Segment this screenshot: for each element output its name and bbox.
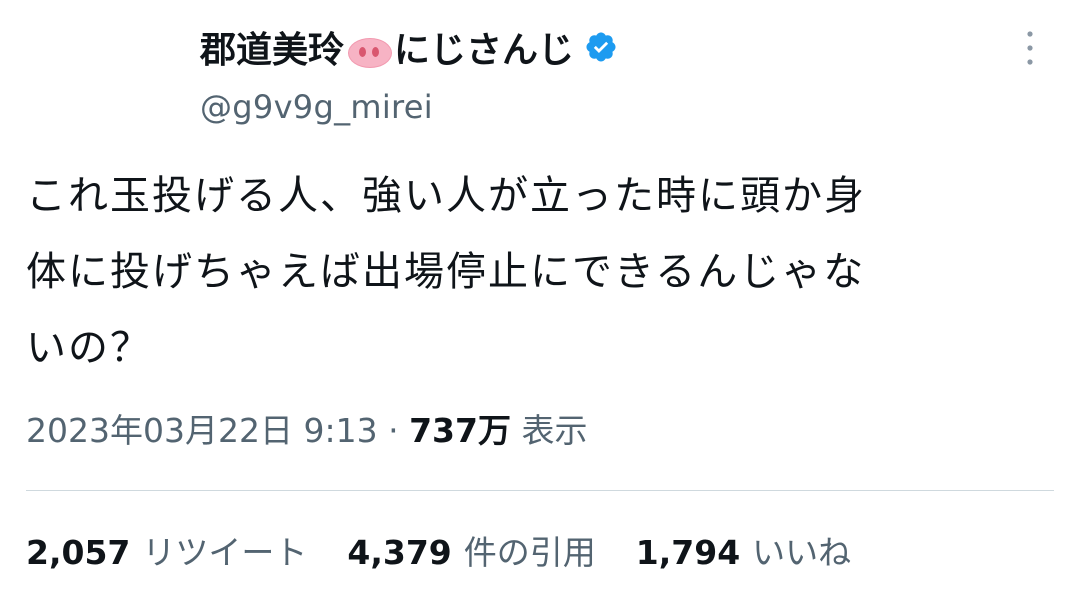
tweet-meta: 2023年03月22日 9:13 · 737万 表示 (26, 404, 587, 452)
retweets-count: 2,057 (26, 533, 131, 572)
author-name-part2: にじさんじ (394, 30, 575, 71)
tweet-timestamp[interactable]: 2023年03月22日 9:13 (26, 411, 378, 450)
pig-nose-icon (346, 36, 393, 68)
likes-count: 1,794 (635, 533, 741, 572)
quotes-count: 4,379 (347, 533, 452, 572)
views-label: 表示 (521, 411, 588, 450)
author-display-name[interactable]: 郡道美玲 にじさんじ (200, 21, 574, 73)
tweet-text-line: いの？ (26, 325, 152, 371)
tweet-header: 郡道美玲 にじさんじ @g9v9g_mirei (200, 22, 1014, 132)
more-options-icon[interactable] (1018, 28, 1042, 68)
quotes-label: 件の引用 (463, 533, 596, 572)
tweet-text: これ玉投げる人、強い人が立った時に頭か身 体に投げちゃえば出場停止にできるんじゃ… (26, 158, 1046, 386)
meta-separator: · (388, 411, 399, 450)
tweet-card: 郡道美玲 にじさんじ @g9v9g_mirei これ玉投げる人、強い人が立った時に… (0, 0, 1074, 604)
divider (26, 490, 1054, 491)
retweets-label: リツイート (142, 533, 308, 572)
author-name-row[interactable]: 郡道美玲 にじさんじ (200, 22, 1014, 72)
likes-label: いいね (752, 533, 852, 572)
tweet-text-line: 体に投げちゃえば出場停止にできるんじゃな (26, 249, 866, 295)
quotes-stat[interactable]: 4,379 件の引用 (347, 526, 595, 574)
tweet-stats: 2,057 リツイート 4,379 件の引用 1,794 いいね (26, 526, 891, 574)
views-count: 737万 (409, 411, 511, 450)
author-name-part1: 郡道美玲 (200, 30, 345, 71)
retweets-stat[interactable]: 2,057 リツイート (26, 526, 307, 574)
likes-stat[interactable]: 1,794 いいね (636, 526, 851, 574)
author-handle[interactable]: @g9v9g_mirei (200, 88, 1014, 126)
tweet-text-line: これ玉投げる人、強い人が立った時に頭か身 (26, 173, 866, 219)
verified-badge-icon (586, 32, 616, 62)
